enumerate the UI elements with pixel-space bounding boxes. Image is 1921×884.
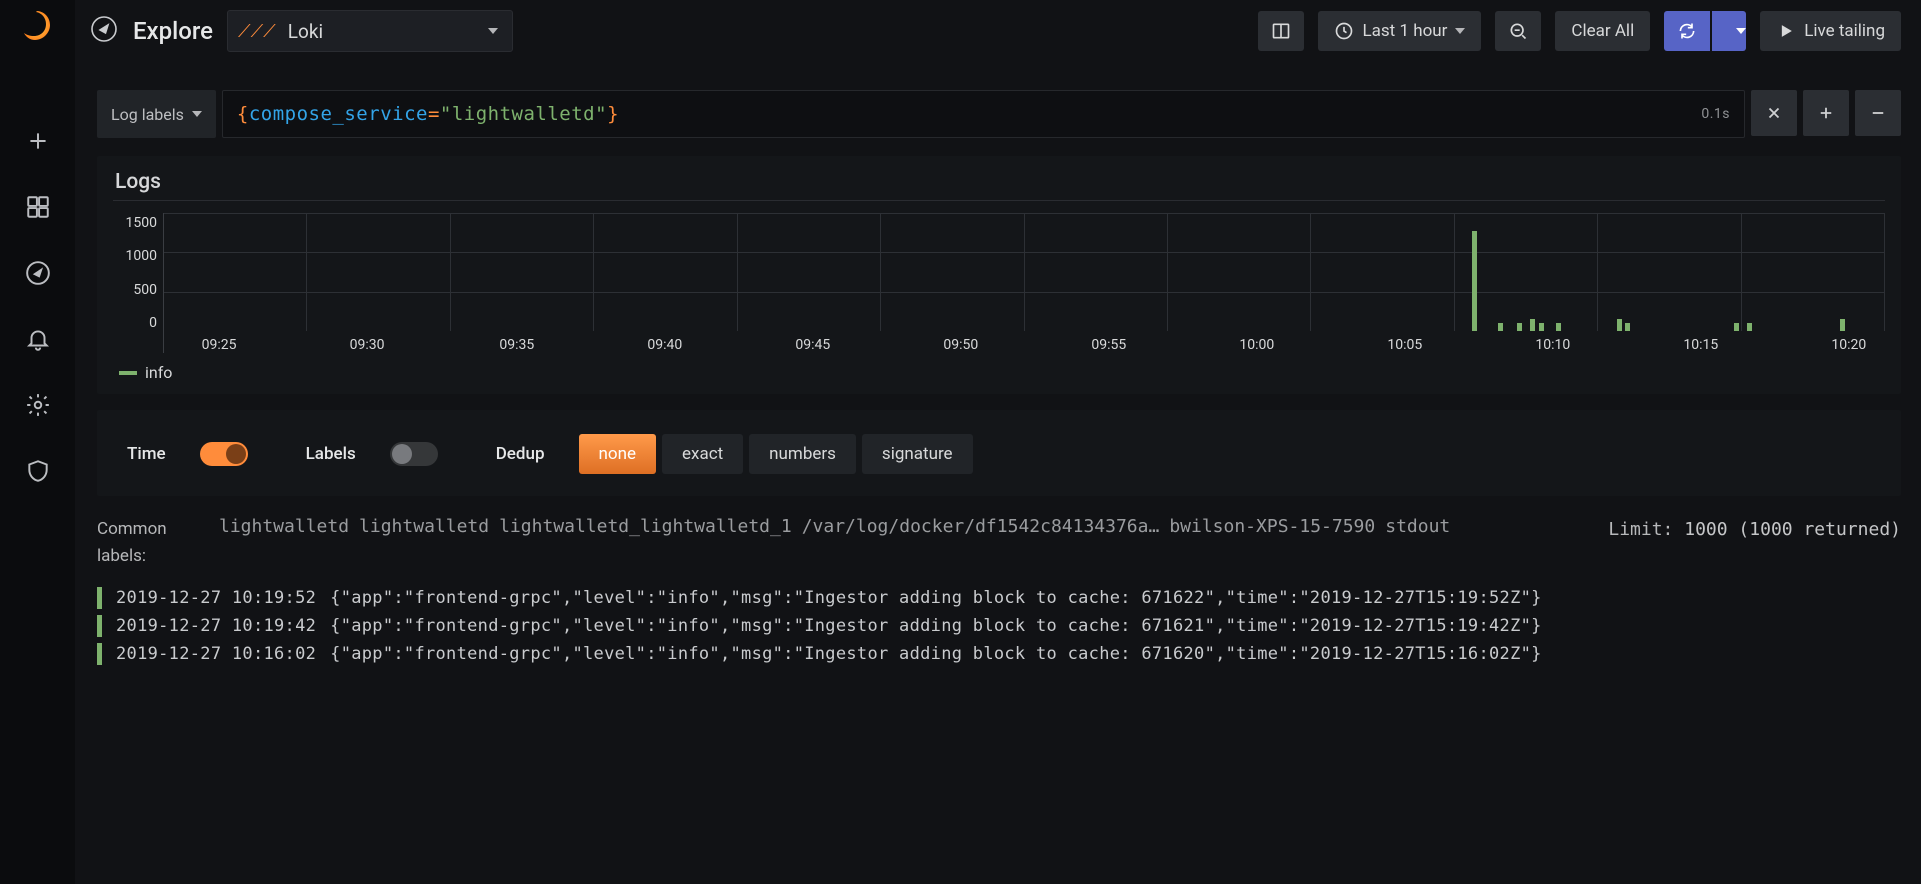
common-label-chip: lightwalletd [219,516,349,537]
meta-row: Common labels: lightwalletdlightwalletdl… [97,512,1901,584]
x-axis: 09:2509:3009:3509:4009:4509:5009:5510:00… [164,331,1885,353]
dedup-option-numbers[interactable]: numbers [749,434,856,474]
query-row: Log labels { compose_service = "lightwal… [97,90,1901,138]
time-toggle[interactable] [200,442,248,466]
dedup-option-signature[interactable]: signature [862,434,973,474]
chart-bar[interactable] [1539,323,1544,331]
log-rows: 2019-12-27 10:19:52 {"app":"frontend-grpc… [97,584,1901,668]
log-labels-button[interactable]: Log labels [97,90,216,138]
time-toggle-label: Time [127,444,166,464]
alerting-bell-icon[interactable] [19,320,57,358]
labels-toggle[interactable] [390,442,438,466]
clock-icon [1334,21,1354,41]
chart-bar[interactable] [1498,323,1503,331]
chart-bar[interactable] [1617,319,1622,331]
run-query-button[interactable] [1664,11,1710,51]
remove-query-button[interactable] [1855,90,1901,136]
chart-bar[interactable] [1840,319,1845,331]
chart-bar[interactable] [1747,323,1752,331]
common-labels-key: Common labels: [97,516,193,570]
loki-icon: ⟋⟋⟋ [238,21,276,42]
y-axis: 150010005000 [113,213,163,353]
close-icon [1765,104,1783,122]
common-label-chip: lightwalletd [359,516,489,537]
log-message: {"app":"frontend-grpc","level":"info","m… [330,616,1901,636]
split-view-button[interactable] [1258,11,1304,51]
minus-icon [1869,104,1887,122]
zoom-out-button[interactable] [1495,11,1541,51]
dashboards-icon[interactable] [19,188,57,226]
log-timestamp: 2019-12-27 10:19:52 [116,588,316,608]
explore-compass-icon[interactable] [19,254,57,292]
chevron-down-icon [192,111,202,117]
common-labels-values: lightwalletd lightwalletd lightwalletd_lig… [219,516,1582,537]
add-query-button[interactable] [1803,90,1849,136]
log-row[interactable]: 2019-12-27 10:19:42 {"app":"frontend-grpc… [97,612,1901,640]
chevron-down-icon [1455,28,1465,34]
grafana-logo-icon[interactable] [20,8,56,44]
dedup-label: Dedup [496,444,545,464]
refresh-icon [1677,21,1697,41]
dedup-option-none[interactable]: none [579,434,657,474]
run-interval-dropdown[interactable] [1712,11,1746,51]
datasource-name: Loki [288,20,323,43]
panel-title: Logs [113,170,1885,200]
add-dashboard-icon[interactable] [19,122,57,160]
labels-toggle-label: Labels [306,444,356,464]
query-input[interactable]: { compose_service = "lightwalletd" } 0.1… [222,90,1745,138]
plus-icon [1817,104,1835,122]
log-volume-chart[interactable]: 150010005000 09:2509:3009:3509:4009:4509… [113,213,1885,353]
topbar: Explore ⟋⟋⟋ Loki Last 1 hour Clear All [75,0,1921,62]
chevron-down-icon [1736,28,1746,34]
log-message: {"app":"frontend-grpc","level":"info","m… [330,644,1901,664]
log-timestamp: 2019-12-27 10:16:02 [116,644,316,664]
legend-swatch-info [119,371,137,375]
log-row[interactable]: 2019-12-27 10:16:02 {"app":"frontend-grpc… [97,640,1901,668]
play-icon [1776,21,1796,41]
logs-controls-panel: Time Labels Dedup noneexactnumberssignat… [97,410,1901,496]
limit-display: Limit: 1000 (1000 returned) [1608,516,1901,543]
common-label-chip: bwilson-XPS-15-7590 [1169,516,1375,537]
chart-bar[interactable] [1734,323,1739,331]
shield-icon[interactable] [19,452,57,490]
time-range-value: Last 1 hour [1362,21,1447,41]
logs-chart-panel: Logs 150010005000 09:2509:3009:3509:4009… [97,156,1901,394]
common-label-chip: /var/log/docker/df1542c84134376a… [802,516,1160,537]
common-label-chip: lightwalletd_lightwalletd_1 [499,516,792,537]
datasource-picker[interactable]: ⟋⟋⟋ Loki [227,10,513,52]
page-title: Explore [133,17,213,45]
compass-icon [89,14,119,48]
log-level-marker [97,587,102,609]
log-message: {"app":"frontend-grpc","level":"info","m… [330,588,1901,608]
time-range-picker[interactable]: Last 1 hour [1318,11,1481,51]
log-timestamp: 2019-12-27 10:19:42 [116,616,316,636]
chart-legend: info [113,363,1885,382]
search-minus-icon [1508,21,1528,41]
chart-bar[interactable] [1625,323,1630,331]
common-label-chip: stdout [1385,516,1450,537]
chart-bar[interactable] [1517,323,1522,331]
chart-bar[interactable] [1472,231,1477,331]
dedup-segment: noneexactnumberssignature [579,434,973,474]
sidebar [0,0,75,884]
dedup-option-exact[interactable]: exact [662,434,743,474]
settings-gear-icon[interactable] [19,386,57,424]
live-tailing-button[interactable]: Live tailing [1760,11,1901,51]
query-latency: 0.1s [1701,106,1730,122]
clear-all-button[interactable]: Clear All [1555,11,1650,51]
log-level-marker [97,615,102,637]
chart-bar[interactable] [1556,323,1561,331]
log-level-marker [97,643,102,665]
log-row[interactable]: 2019-12-27 10:19:52 {"app":"frontend-grpc… [97,584,1901,612]
chart-bar[interactable] [1530,319,1535,331]
chevron-down-icon [488,28,498,34]
clear-query-button[interactable] [1751,90,1797,136]
legend-label: info [145,363,172,382]
